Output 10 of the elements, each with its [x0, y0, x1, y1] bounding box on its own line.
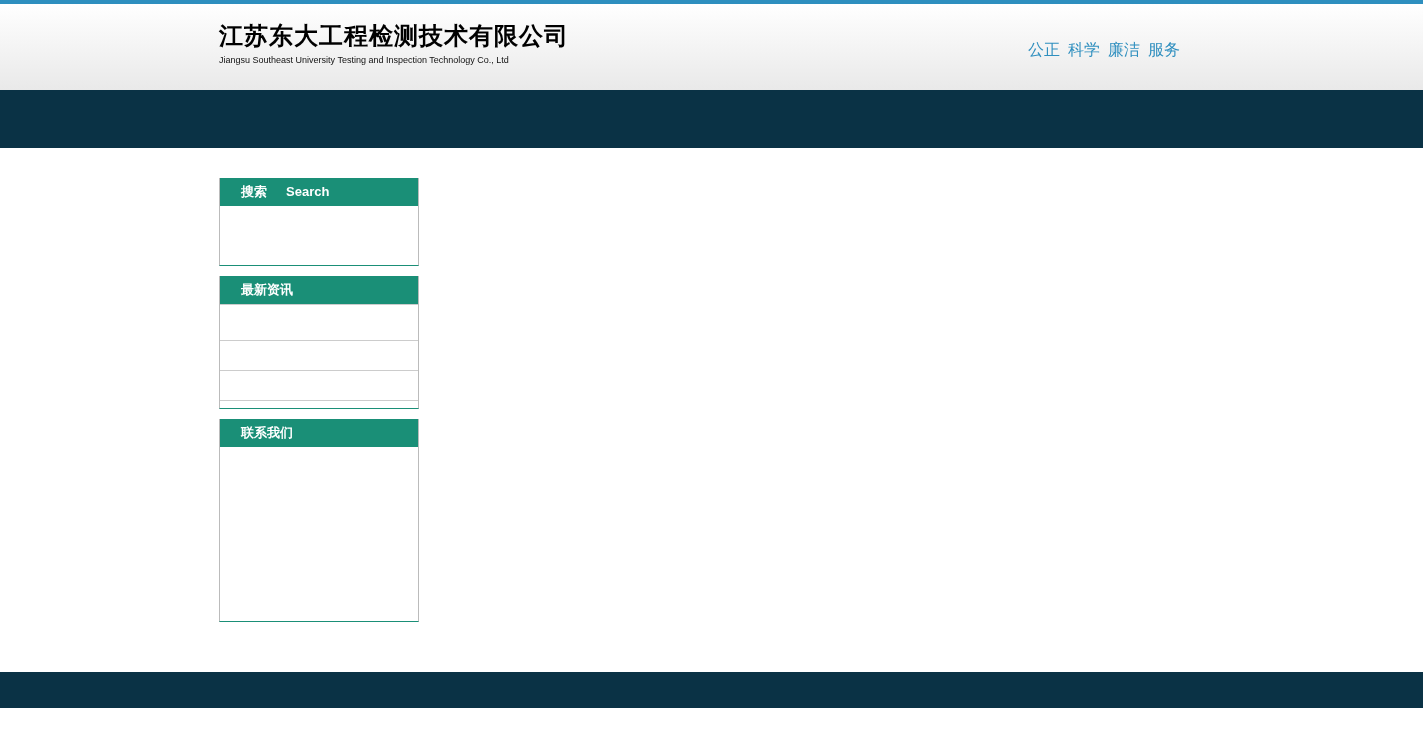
company-name-english: Jiangsu Southeast University Testing and Inspection Technology Co., Ltd	[219, 54, 510, 67]
slogan-word: 服务	[1148, 40, 1180, 60]
slogan-word: 科学	[1068, 40, 1100, 60]
slogan-word: 廉洁	[1108, 40, 1140, 60]
slogan-word: 公正	[1028, 40, 1060, 60]
panel-subtitle: Search	[286, 183, 330, 201]
company-name: 江苏东大工程检测技术有限公司	[219, 24, 569, 48]
panel-title: 搜索	[241, 183, 267, 201]
panel-title: 联系我们	[241, 424, 293, 442]
panel-title: 最新资讯	[241, 281, 293, 299]
